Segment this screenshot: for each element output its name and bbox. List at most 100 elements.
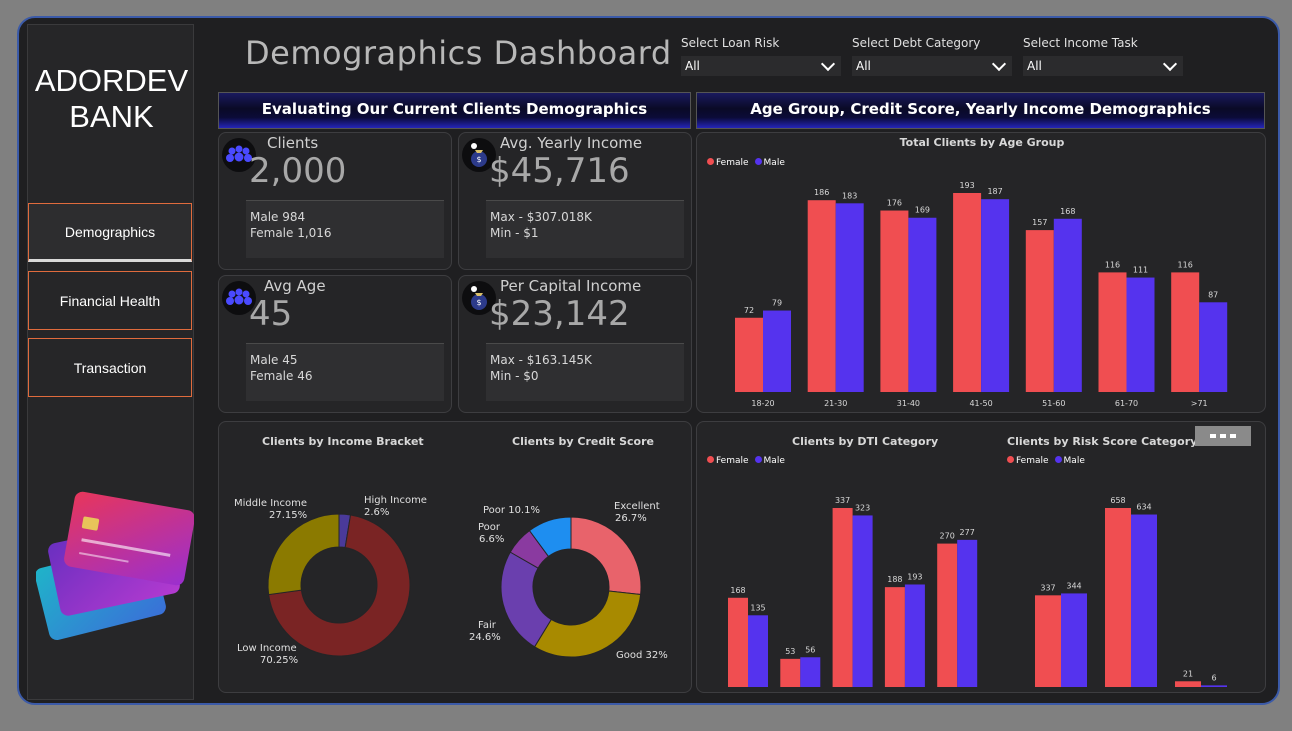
slice-label: Poor 10.1% xyxy=(483,505,540,516)
kpi-breakdown: Max - $307.018K Min - $1 xyxy=(486,200,684,258)
slice-label: 2.6% xyxy=(364,507,389,518)
data-label: 337 xyxy=(1040,583,1055,592)
left-section-banner: Evaluating Our Current Clients Demograph… xyxy=(218,92,691,129)
svg-text:$: $ xyxy=(476,155,481,164)
chevron-down-icon xyxy=(1162,56,1178,71)
data-label: 270 xyxy=(940,532,955,541)
x-tick-label: Severe Risk xyxy=(934,693,981,694)
kpi-sub-line: Female 46 xyxy=(250,369,313,383)
dti-risk-card: Clients by DTI Category Clients by Risk … xyxy=(696,421,1266,694)
page-title: Demographics Dashboard xyxy=(245,34,672,72)
chevron-down-icon xyxy=(820,56,836,71)
kpi-value: 2,000 xyxy=(249,151,347,191)
slice-label: 70.25% xyxy=(260,655,298,666)
data-label: 72 xyxy=(744,306,754,315)
donut-slice xyxy=(500,551,552,648)
data-label: 6 xyxy=(1211,673,1216,682)
logo-line-1: ADORDEV xyxy=(34,63,189,98)
kpi-card-avg-age: Avg Age 45 Male 45 Female 46 xyxy=(218,275,452,413)
slice-label: Low Income xyxy=(237,643,297,654)
kpi-breakdown: Max - $163.145K Min - $0 xyxy=(486,343,684,401)
slicer-label: Select Loan Risk xyxy=(681,36,780,50)
data-label: 176 xyxy=(887,199,902,208)
bar xyxy=(953,193,982,392)
debt-category-slicer[interactable]: Select Debt Category All xyxy=(852,36,1012,76)
bank-logo: ADORDEV BANK xyxy=(28,63,195,135)
bar xyxy=(852,515,873,687)
data-label: 187 xyxy=(987,187,1002,196)
kpi-value: $45,716 xyxy=(489,151,630,191)
donut-charts: Middle Income27.15% High Income2.6% Low In… xyxy=(234,495,668,666)
loan-risk-dropdown[interactable]: All xyxy=(681,56,841,76)
bar xyxy=(1098,272,1127,392)
kpi-card-clients: Clients 2,000 Male 984 Female 1,016 xyxy=(218,132,452,270)
data-label: 21 xyxy=(1183,669,1193,678)
age-group-bar-chart: 72 79 18-20 186 183 21-30 176 169 31-40 193 187 41-… xyxy=(735,181,1228,408)
credit-cards-illustration xyxy=(36,491,194,641)
data-label: 337 xyxy=(835,496,850,505)
svg-text:$: $ xyxy=(476,298,481,307)
dti-risk-bar-charts: 168 135 Low Risk 53 56 Menageable 337 323 Risky … xyxy=(728,496,1227,694)
data-label: 658 xyxy=(1110,496,1125,505)
x-tick-label: 41-50 xyxy=(969,399,992,408)
bar xyxy=(904,584,925,687)
data-label: 188 xyxy=(887,575,902,584)
slice-label: 24.6% xyxy=(469,632,501,643)
kpi-value: 45 xyxy=(249,294,293,334)
data-label: 193 xyxy=(907,572,922,581)
slice-label: High Income xyxy=(364,495,427,506)
debt-category-dropdown[interactable]: All xyxy=(852,56,1012,76)
bar xyxy=(1025,230,1054,392)
loan-risk-slicer[interactable]: Select Loan Risk All xyxy=(681,36,841,76)
kpi-sub-line: Min - $1 xyxy=(490,226,539,240)
bar xyxy=(880,210,909,392)
kpi-card-avg-yearly-income: $ Avg. Yearly Income $45,716 Max - $307.… xyxy=(458,132,692,270)
x-tick-label: High Risk xyxy=(1182,693,1220,694)
bar xyxy=(1199,302,1228,392)
bar xyxy=(1105,508,1131,687)
data-label: 53 xyxy=(785,647,795,656)
bar xyxy=(780,658,801,687)
nav-transaction-button[interactable]: Transaction xyxy=(28,338,192,397)
more-options-button[interactable] xyxy=(1195,426,1251,446)
bar xyxy=(908,217,937,392)
data-label: 116 xyxy=(1105,260,1120,269)
bar xyxy=(832,508,853,687)
x-tick-label: 51-60 xyxy=(1042,399,1065,408)
income-task-slicer[interactable]: Select Income Task All xyxy=(1023,36,1183,76)
nav-financial-health-button[interactable]: Financial Health xyxy=(28,271,192,330)
nav-demographics-button[interactable]: Demographics xyxy=(28,203,192,262)
x-tick-label: High Risk xyxy=(886,693,924,694)
slice-label: 27.15% xyxy=(269,510,307,521)
slice-label: 26.7% xyxy=(615,513,647,524)
x-tick-label: 31-40 xyxy=(897,399,920,408)
sidebar: ADORDEV BANK Demographics Financial Heal… xyxy=(27,24,194,700)
income-task-dropdown[interactable]: All xyxy=(1023,56,1183,76)
kpi-sub-line: Max - $163.145K xyxy=(490,353,592,367)
kpi-title: Avg Age xyxy=(264,277,326,295)
donut-slice xyxy=(267,513,340,596)
bar xyxy=(1131,514,1157,687)
chevron-down-icon xyxy=(991,56,1007,71)
bar xyxy=(1171,272,1200,392)
kpi-sub-line: Female 1,016 xyxy=(250,226,332,240)
data-label: 169 xyxy=(915,206,930,215)
bar xyxy=(957,539,978,687)
bar xyxy=(1126,277,1155,392)
dashboard-frame: ADORDEV BANK Demographics Financial Heal… xyxy=(17,16,1280,705)
kpi-breakdown: Male 45 Female 46 xyxy=(246,343,444,401)
slicer-label: Select Income Task xyxy=(1023,36,1138,50)
kpi-sub-line: Male 984 xyxy=(250,210,306,224)
bar xyxy=(884,587,905,687)
bar xyxy=(835,203,864,392)
age-group-chart-card: Total Clients by Age Group Female Male 7… xyxy=(696,132,1266,413)
data-label: 323 xyxy=(855,503,870,512)
kpi-title: Clients xyxy=(267,134,319,152)
x-tick-label: >71 xyxy=(1191,399,1208,408)
bar xyxy=(800,657,821,687)
data-label: 634 xyxy=(1136,503,1151,512)
bar xyxy=(728,597,748,687)
bar xyxy=(937,543,958,687)
x-tick-label: Risky Border xyxy=(827,693,878,694)
x-tick-label: 61-70 xyxy=(1115,399,1138,408)
